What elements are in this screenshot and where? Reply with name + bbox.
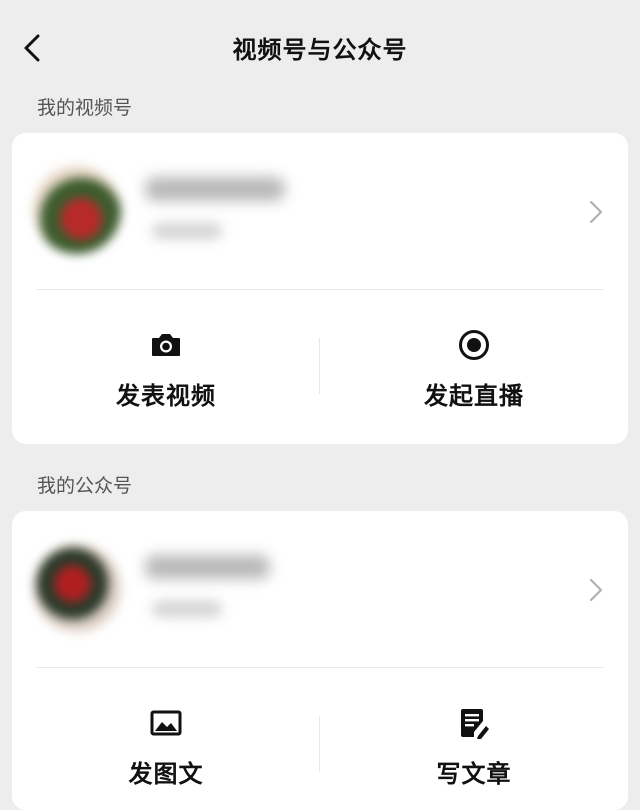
channels-profile-row[interactable] — [12, 133, 628, 289]
post-image-text-label: 发图文 — [128, 760, 204, 788]
profile-name-blurred — [145, 177, 285, 201]
section-label-channels: 我的视频号 — [37, 97, 133, 119]
nav-bar: 视频号与公众号 — [0, 0, 640, 92]
post-image-text-button[interactable]: 发图文 — [12, 668, 320, 810]
profile-info-blurred — [152, 601, 222, 617]
profile-name-blurred — [145, 555, 270, 579]
write-article-label: 写文章 — [436, 760, 512, 788]
chevron-right-icon — [589, 578, 603, 602]
start-live-button[interactable]: 发起直播 — [320, 290, 628, 444]
official-account-card: 发图文 写文章 — [12, 511, 628, 810]
chevron-right-icon — [589, 200, 603, 224]
channels-card: 发表视频 发起直播 — [12, 133, 628, 444]
post-video-label: 发表视频 — [116, 382, 216, 410]
write-article-button[interactable]: 写文章 — [320, 668, 628, 810]
start-live-label: 发起直播 — [424, 382, 524, 410]
camera-icon — [152, 334, 180, 356]
avatar — [33, 166, 121, 254]
post-video-button[interactable]: 发表视频 — [12, 290, 320, 444]
section-label-official-account: 我的公众号 — [37, 475, 133, 497]
live-record-icon — [459, 330, 489, 360]
official-account-profile-row[interactable] — [12, 511, 628, 667]
edit-document-icon — [461, 709, 489, 739]
profile-info-blurred — [152, 223, 222, 239]
image-icon — [150, 710, 182, 736]
page-title: 视频号与公众号 — [232, 36, 408, 64]
avatar — [33, 544, 121, 632]
